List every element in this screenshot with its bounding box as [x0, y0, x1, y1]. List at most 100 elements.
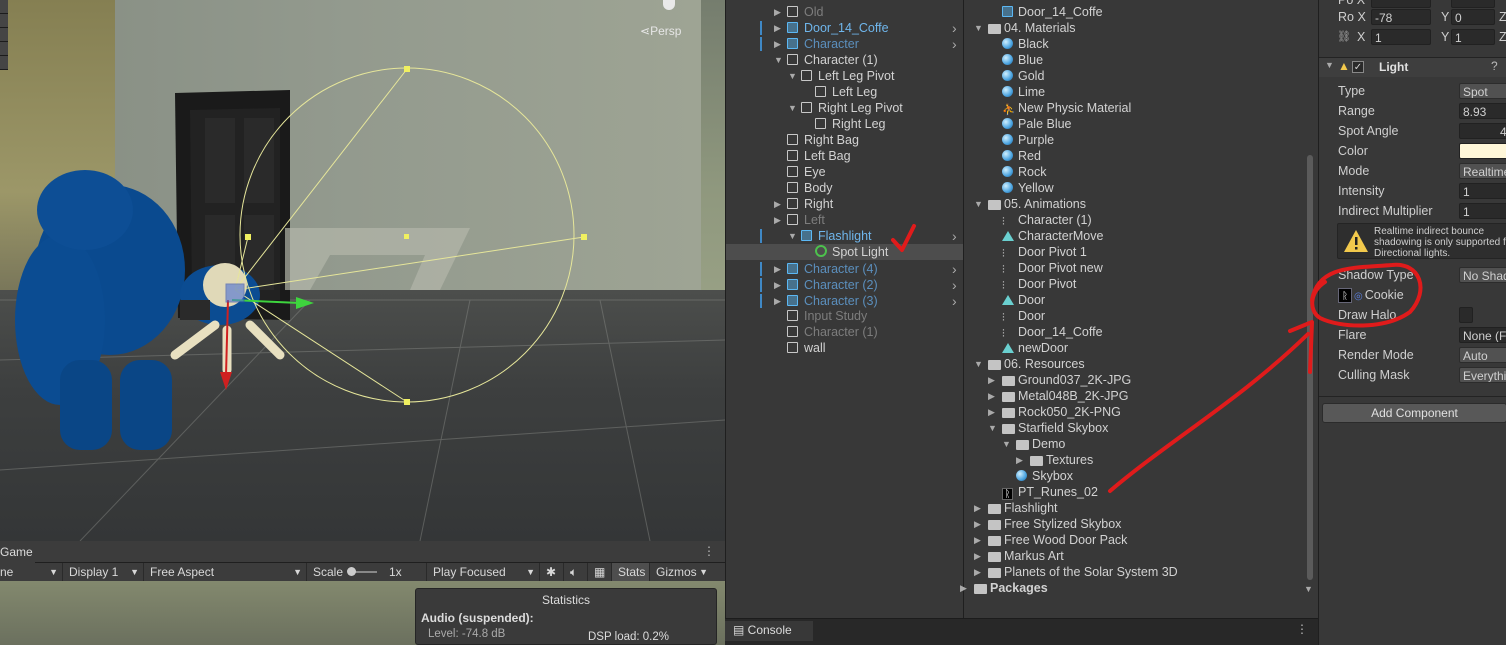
expanded-arrow-icon[interactable]: ▼ — [788, 100, 797, 116]
play-mode-dropdown[interactable]: Play Focused ▼ — [427, 563, 540, 581]
collapsed-arrow-icon[interactable]: ▶ — [774, 212, 781, 228]
project-item[interactable]: Purple — [964, 132, 1304, 148]
project-item[interactable]: Gold — [964, 68, 1304, 84]
hierarchy-item[interactable]: ▶ Character (4) › — [726, 261, 963, 277]
display-dropdown[interactable]: Display 1 ▼ — [63, 563, 144, 581]
open-prefab-icon[interactable]: › — [952, 261, 957, 277]
expanded-arrow-icon[interactable]: ▼ — [974, 196, 983, 212]
scale-x-field[interactable]: 1 — [1371, 29, 1431, 45]
hierarchy-item[interactable]: ▶ Door_14_Coffe › — [726, 20, 963, 36]
hierarchy-item[interactable]: ▶ Right — [726, 196, 963, 212]
hierarchy-item[interactable]: ▶ Character › — [726, 36, 963, 52]
hierarchy-item[interactable]: ▼ Character (1) — [726, 52, 963, 68]
collapsed-arrow-icon[interactable]: ▶ — [974, 548, 981, 564]
hierarchy-item[interactable]: ▶ Old — [726, 4, 963, 20]
stats-toggle[interactable]: Stats — [612, 563, 650, 581]
collapsed-arrow-icon[interactable]: ▶ — [774, 4, 781, 20]
scale-slider-handle[interactable] — [347, 567, 356, 576]
hierarchy-item[interactable]: ▶ Character (3) › — [726, 293, 963, 309]
project-item[interactable]: ⫶ Door Pivot new — [964, 260, 1304, 276]
hierarchy-item[interactable]: Eye — [726, 164, 963, 180]
expanded-arrow-icon[interactable]: ▼ — [988, 420, 997, 436]
project-item[interactable]: ⫶ Door — [964, 308, 1304, 324]
light-prop-value[interactable] — [1459, 143, 1506, 159]
add-component-button[interactable]: Add Component — [1322, 403, 1506, 423]
project-item[interactable]: ⫶ Door_14_Coffe — [964, 324, 1304, 340]
light-prop-value[interactable]: None (F — [1459, 327, 1506, 343]
collapsed-arrow-icon[interactable]: ▶ — [960, 580, 967, 596]
project-item[interactable]: ▶ Free Wood Door Pack — [964, 532, 1304, 548]
light-prop-value[interactable]: 1 — [1459, 183, 1506, 199]
cookie-field[interactable]: ᚱ ◎ Cookie — [1338, 286, 1404, 304]
project-item[interactable]: ▶ Rock050_2K-PNG — [964, 404, 1304, 420]
collapsed-arrow-icon[interactable]: ▶ — [974, 516, 981, 532]
position-y-field[interactable] — [1451, 0, 1495, 8]
tab-console[interactable]: ▤ Console — [725, 621, 813, 641]
project-scrollbar[interactable] — [1307, 155, 1313, 580]
project-item[interactable]: Red — [964, 148, 1304, 164]
light-prop-value[interactable]: No Shadows — [1459, 267, 1506, 283]
hierarchy-item[interactable]: Right Bag — [726, 132, 963, 148]
hierarchy-item[interactable]: Right Leg — [726, 116, 963, 132]
project-item[interactable]: ▼ 06. Resources — [964, 356, 1304, 372]
console-menu-icon[interactable]: ⋮ — [1296, 622, 1308, 636]
project-item[interactable]: ▶ Free Stylized Skybox — [964, 516, 1304, 532]
project-item[interactable]: ⫶ Door Pivot 1 — [964, 244, 1304, 260]
hierarchy-item[interactable]: ▼ Left Leg Pivot — [726, 68, 963, 84]
game-mode-dropdown[interactable]: ne ▼ — [0, 563, 63, 581]
collapsed-arrow-icon[interactable]: ▶ — [1016, 452, 1023, 468]
collapsed-arrow-icon[interactable]: ▶ — [988, 372, 995, 388]
open-prefab-icon[interactable]: › — [952, 36, 957, 52]
light-component-header[interactable]: ▼ ▲ ✓ Light ? — [1319, 57, 1506, 77]
hierarchy-item[interactable]: ▶ Left — [726, 212, 963, 228]
open-prefab-icon[interactable]: › — [952, 20, 957, 36]
grid-icon[interactable]: ▦ — [588, 563, 612, 581]
audio-icon[interactable]: 🔈︎ — [564, 563, 588, 581]
hierarchy-item[interactable]: ▼ Flashlight › — [726, 228, 963, 244]
collapse-arrow-icon[interactable]: ▼ — [1325, 60, 1334, 70]
hierarchy-item[interactable]: Spot Light — [726, 244, 963, 260]
project-item[interactable]: ▼ 04. Materials — [964, 20, 1304, 36]
collapsed-arrow-icon[interactable]: ▶ — [774, 261, 781, 277]
collapsed-arrow-icon[interactable]: ▶ — [974, 564, 981, 580]
open-prefab-icon[interactable]: › — [952, 277, 957, 293]
persp-toggle[interactable]: ⋖Persp — [640, 24, 681, 38]
object-picker-icon[interactable]: ◎ — [1354, 291, 1363, 302]
project-item[interactable]: Pale Blue — [964, 116, 1304, 132]
collapsed-arrow-icon[interactable]: ▶ — [774, 36, 781, 52]
light-prop-value[interactable]: Auto — [1459, 347, 1506, 363]
expanded-arrow-icon[interactable]: ▼ — [774, 52, 783, 68]
expanded-arrow-icon[interactable]: ▼ — [788, 68, 797, 84]
light-prop-value[interactable]: Realtime — [1459, 163, 1506, 179]
project-item[interactable]: ▶ Planets of the Solar System 3D — [964, 564, 1304, 580]
collapsed-arrow-icon[interactable]: ▶ — [974, 532, 981, 548]
hierarchy-item[interactable]: Input Study — [726, 308, 963, 324]
hierarchy-item[interactable]: ▶ Character (2) › — [726, 277, 963, 293]
expanded-arrow-icon[interactable]: ▼ — [974, 356, 983, 372]
hierarchy-item[interactable]: ▼ Right Leg Pivot — [726, 100, 963, 116]
project-item[interactable]: ⫶ Character (1) — [964, 212, 1304, 228]
collapsed-arrow-icon[interactable]: ▶ — [988, 388, 995, 404]
link-scale-icon[interactable]: ⛓ — [1337, 30, 1351, 43]
project-item[interactable]: ▶ Packages — [960, 580, 1304, 596]
project-item[interactable]: ▼ 05. Animations — [964, 196, 1304, 212]
project-item[interactable]: Lime — [964, 84, 1304, 100]
project-item[interactable]: ᚱ PT_Runes_02 — [964, 484, 1304, 500]
project-item[interactable]: Skybox — [964, 468, 1304, 484]
collapsed-arrow-icon[interactable]: ▶ — [774, 20, 781, 36]
hierarchy-item[interactable]: Left Bag — [726, 148, 963, 164]
scale-slider[interactable]: Scale 1x — [307, 563, 427, 581]
light-prop-value[interactable]: 8.93 — [1459, 103, 1506, 119]
game-menu-icon[interactable]: ⋮ — [703, 544, 715, 558]
project-item[interactable]: Yellow — [964, 180, 1304, 196]
scene-side-toolbar[interactable] — [0, 0, 8, 70]
project-item[interactable]: ▶ Markus Art — [964, 548, 1304, 564]
project-item[interactable]: Door — [964, 292, 1304, 308]
collapsed-arrow-icon[interactable]: ▶ — [774, 293, 781, 309]
project-item[interactable]: ▼ Demo — [964, 436, 1304, 452]
open-prefab-icon[interactable]: › — [952, 293, 957, 309]
project-item[interactable]: newDoor — [964, 340, 1304, 356]
scale-y-field[interactable]: 1 — [1451, 29, 1495, 45]
open-prefab-icon[interactable]: › — [952, 228, 957, 244]
gizmos-dropdown[interactable]: Gizmos ▼ — [650, 563, 712, 581]
